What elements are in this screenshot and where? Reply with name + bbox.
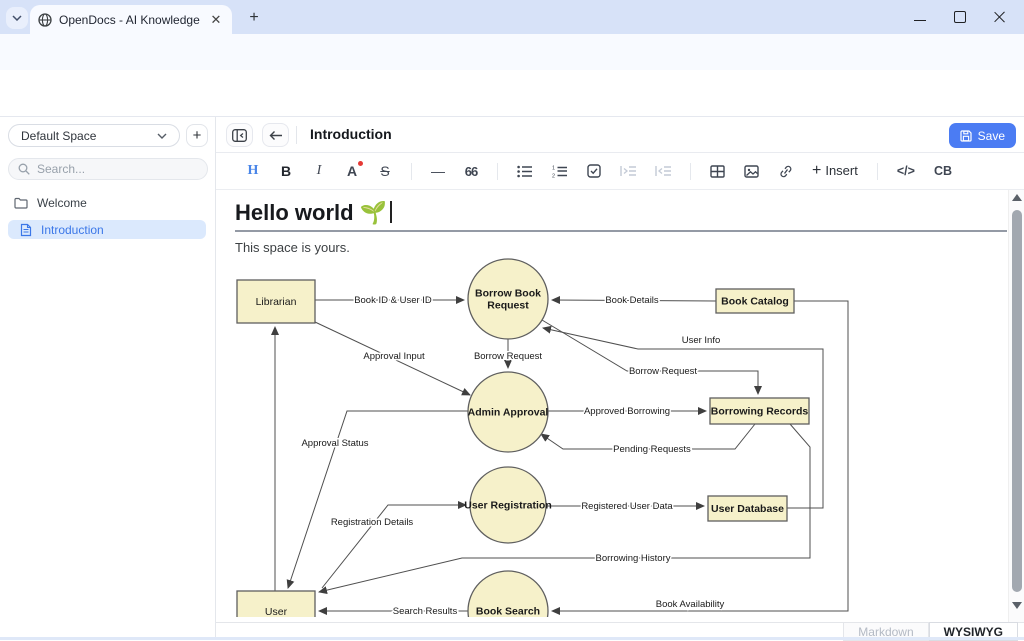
browser-tab[interactable]: OpenDocs - AI Knowledge Base ✕ [30, 5, 232, 34]
sidebar-item-label: Welcome [37, 196, 87, 210]
diagram-edge-label: Search Results [393, 606, 458, 617]
heading-button[interactable]: H [246, 163, 260, 179]
italic-button[interactable]: I [312, 163, 326, 179]
task-list-icon[interactable] [587, 164, 601, 178]
toolbar-divider [497, 163, 498, 180]
new-tab-button[interactable]: + [244, 8, 264, 28]
search-input[interactable] [37, 162, 187, 176]
search-icon [18, 163, 30, 175]
diagram-node-label: User Registration [464, 500, 552, 512]
text-cursor [390, 201, 392, 223]
globe-icon [38, 13, 52, 27]
scroll-down-icon[interactable] [1012, 602, 1022, 609]
page-tree: Welcome Introduction [0, 193, 216, 246]
bold-button[interactable]: B [279, 163, 293, 179]
tab-close-icon[interactable]: ✕ [208, 12, 224, 28]
body-paragraph[interactable]: This space is yours. [235, 240, 350, 255]
sidebar-item-introduction[interactable]: Introduction [8, 220, 206, 239]
diagram-edge-label: Borrow Request [474, 351, 542, 362]
save-floppy-icon [960, 130, 972, 142]
diagram-edge-label: Registered User Data [581, 501, 673, 512]
page-heading[interactable]: Hello world 🌱 [235, 200, 392, 226]
diagram-edge-label: Borrowing History [596, 553, 671, 564]
tab-title: OpenDocs - AI Knowledge Base [59, 13, 201, 27]
tab-search-button[interactable] [6, 7, 28, 29]
horizontal-rule-button[interactable]: — [431, 163, 445, 179]
toolbar-divider [411, 163, 412, 180]
blockquote-button[interactable]: 66 [464, 164, 478, 179]
strikethrough-button[interactable]: S [378, 163, 392, 179]
diagram-edge-label: Borrow Request [629, 366, 697, 377]
font-color-button[interactable]: A [345, 163, 359, 179]
app-header: OpenDocs Powered by Visual Paradigm Shar… [0, 70, 1024, 117]
browser-toolbar: ← → ⟳ ai-toolbox.visual-paradigm.com/app… [0, 34, 1024, 70]
document-header: Introduction Save [216, 117, 1024, 153]
diagram-edge-label: Approval Input [363, 351, 425, 362]
window-close-button[interactable] [994, 11, 1006, 23]
diagram-edge-label: Book Availability [656, 599, 725, 610]
tab-strip: OpenDocs - AI Knowledge Base ✕ + [0, 0, 1024, 34]
diagram-edge-label: Approved Borrowing [584, 406, 670, 417]
outdent-icon [655, 165, 671, 177]
ordered-list-icon[interactable]: 12 [552, 165, 568, 178]
diagram-node-label: Borrowing Records [711, 406, 809, 418]
formatting-toolbar: HBIAS—6612+Insert</>CB [216, 153, 1024, 190]
panel-collapse-icon [232, 129, 247, 142]
diagram-edge-label: Approval Status [301, 438, 368, 449]
toolbar-divider [690, 163, 691, 180]
diagram-edge-label: Registration Details [331, 517, 414, 528]
diagram-node-label: User Database [711, 503, 784, 515]
diagram-edge-label: Pending Requests [613, 444, 691, 455]
diagram-edge-label: User Info [682, 335, 721, 346]
svg-text:2: 2 [552, 173, 555, 178]
space-selector[interactable]: Default Space [8, 124, 180, 147]
bullet-list-icon[interactable] [517, 165, 533, 178]
diagram-node-label: Admin Approval [468, 407, 549, 419]
browser-window: OpenDocs - AI Knowledge Base ✕ + ← → ⟳ a… [0, 0, 1024, 640]
arrow-left-icon [269, 130, 283, 141]
seedling-emoji: 🌱 [360, 200, 387, 225]
svg-text:1: 1 [552, 165, 555, 171]
divider [296, 126, 297, 144]
sidebar-item-welcome[interactable]: Welcome [0, 193, 216, 213]
toolbar-divider [877, 163, 878, 180]
diagram-node-label: User [265, 606, 288, 617]
collapse-sidebar-button[interactable] [226, 123, 253, 147]
add-space-button[interactable]: + [186, 124, 208, 147]
scrollbar-thumb[interactable] [1012, 210, 1022, 592]
scroll-up-icon[interactable] [1012, 194, 1022, 201]
diagram-node-label: Librarian [256, 296, 297, 308]
diagram-node-label: Book Search [476, 606, 540, 618]
indent-icon [620, 165, 636, 177]
back-button[interactable] [262, 123, 289, 147]
chevron-down-icon [12, 15, 22, 21]
sidebar-search[interactable] [8, 158, 208, 180]
image-icon[interactable] [744, 165, 759, 178]
diagram-edge-label: Book Details [605, 295, 659, 306]
save-button[interactable]: Save [949, 123, 1016, 148]
window-minimize-button[interactable] [914, 14, 926, 21]
sidebar: Default Space + Welcome Introduction [0, 117, 216, 640]
document-icon [20, 223, 32, 237]
diagram-svg: LibrarianBorrow BookRequestBook CatalogA… [216, 255, 1008, 617]
diagram-edge-label: Book ID & User ID [354, 295, 432, 306]
diagram-node-label: Book Catalog [721, 296, 789, 308]
document-title: Introduction [310, 126, 392, 142]
chevron-down-icon [157, 133, 167, 139]
folder-icon [14, 197, 28, 209]
window-maximize-button[interactable] [954, 11, 966, 23]
table-icon[interactable] [710, 165, 725, 178]
dfd-diagram[interactable]: LibrarianBorrow BookRequestBook CatalogA… [216, 255, 1008, 617]
inline-code-button[interactable]: </> [897, 164, 915, 178]
editor-content[interactable]: Hello world 🌱 This space is yours. Libra… [216, 190, 1008, 622]
link-icon[interactable] [778, 165, 793, 178]
heading-rule [235, 230, 1007, 232]
insert-button[interactable]: +Insert [812, 162, 858, 180]
sidebar-item-label: Introduction [41, 223, 104, 237]
editor-scrollbar[interactable] [1008, 190, 1024, 622]
code-block-button[interactable]: CB [934, 164, 952, 178]
